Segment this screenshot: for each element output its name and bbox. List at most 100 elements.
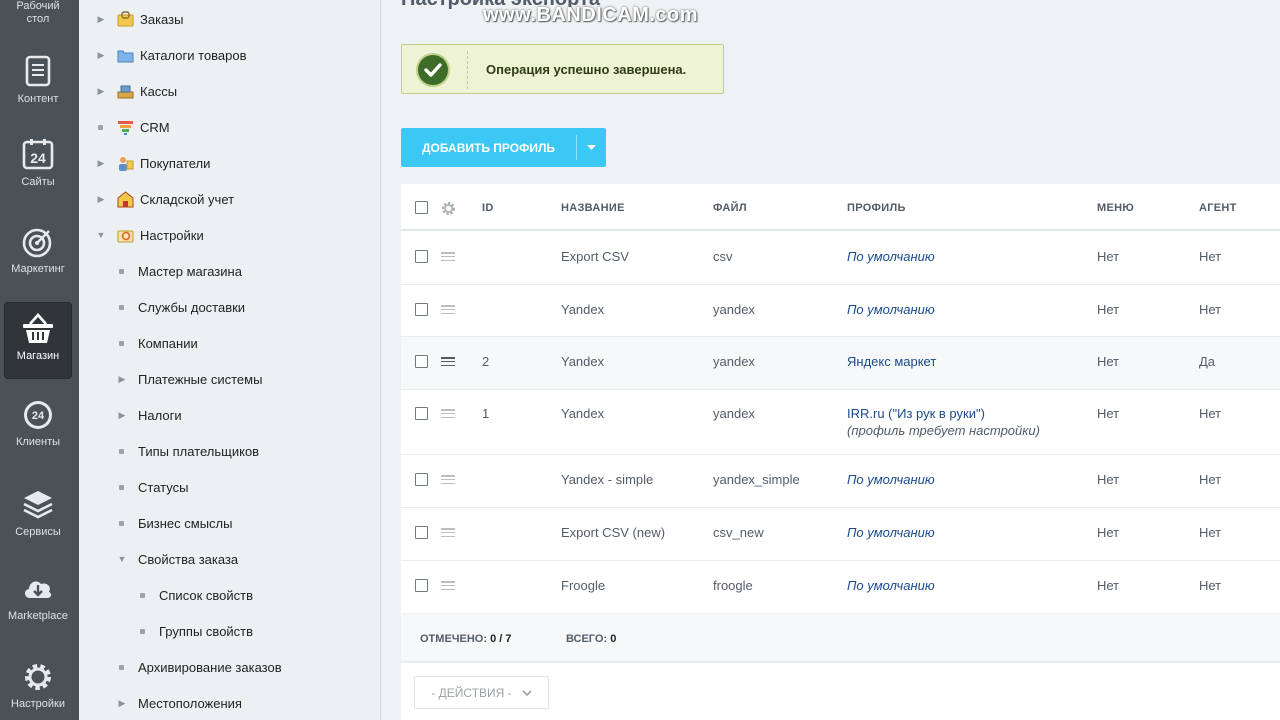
row-menu-icon[interactable] xyxy=(441,252,455,262)
row-checkbox[interactable] xyxy=(415,526,428,539)
chevron-down-icon[interactable]: ▼ xyxy=(96,230,106,240)
table-row[interactable]: Export CSV (new) csv_new По умолчанию Не… xyxy=(401,508,1280,561)
cell-profile[interactable]: По умолчанию xyxy=(847,302,935,317)
tree-item-payer-types[interactable]: Типы плательщиков xyxy=(119,441,259,461)
tree-item-property-list[interactable]: Список свойств xyxy=(140,585,253,605)
tree-item-property-groups[interactable]: Группы свойств xyxy=(140,621,253,641)
grid-footer: ОТМЕЧЕНО: 0 / 7 ВСЕГО: 0 xyxy=(401,614,1280,662)
chevron-down-icon[interactable]: ▼ xyxy=(117,554,127,564)
tree-item-customers[interactable]: ▶ Покупатели xyxy=(96,153,210,173)
chevron-right-icon[interactable]: ▶ xyxy=(96,14,106,24)
tree-item-locations[interactable]: ▶ Местоположения xyxy=(117,693,242,713)
chevron-right-icon[interactable]: ▶ xyxy=(96,86,106,96)
tree-item-order-properties[interactable]: ▼ Свойства заказа xyxy=(117,549,239,569)
chevron-right-icon[interactable]: ▶ xyxy=(117,698,127,708)
cell-profile[interactable]: По умолчанию xyxy=(847,578,935,593)
row-menu-icon[interactable] xyxy=(441,357,455,367)
cell-agent: Да xyxy=(1199,354,1216,369)
header-id[interactable]: ID xyxy=(482,202,494,214)
tree-item-payment-systems[interactable]: ▶ Платежные системы xyxy=(117,369,263,389)
rail-shop[interactable]: Магазин xyxy=(4,302,72,379)
row-menu-icon[interactable] xyxy=(441,528,455,538)
row-menu-icon[interactable] xyxy=(441,581,455,591)
cell-name[interactable]: Yandex xyxy=(561,354,604,369)
cell-name[interactable]: Yandex xyxy=(561,406,604,421)
cell-profile[interactable]: Яндекс маркет xyxy=(847,354,936,369)
tree-item-business-meanings[interactable]: Бизнес смыслы xyxy=(119,513,233,533)
chevron-right-icon[interactable]: ▶ xyxy=(117,410,127,420)
tree-item-warehouse[interactable]: ▶ Складской учет xyxy=(96,189,234,209)
tree-item-orders[interactable]: ▶ Заказы xyxy=(96,9,183,29)
calendar-24-icon: 24 xyxy=(22,139,54,170)
cell-profile[interactable]: По умолчанию xyxy=(847,249,935,264)
tree-item-companies[interactable]: Компании xyxy=(119,333,198,353)
header-menu[interactable]: МЕНЮ xyxy=(1097,202,1134,214)
row-checkbox[interactable] xyxy=(415,303,428,316)
bullet-icon xyxy=(119,484,124,490)
cell-file: yandex_simple xyxy=(713,472,800,487)
header-name[interactable]: НАЗВАНИЕ xyxy=(561,202,625,214)
table-row[interactable]: 2 Yandex yandex Яндекс маркет Нет Да xyxy=(401,337,1280,390)
cell-profile[interactable]: По умолчанию xyxy=(847,472,935,487)
cell-name[interactable]: Yandex - simple xyxy=(561,472,653,487)
cell-profile[interactable]: По умолчанию xyxy=(847,525,935,540)
rail-desktop[interactable]: Рабочий стол xyxy=(4,0,72,26)
header-profile[interactable]: ПРОФИЛЬ xyxy=(847,202,906,214)
header-agent[interactable]: АГЕНТ xyxy=(1199,202,1237,214)
rail-marketing[interactable]: Маркетинг xyxy=(4,225,72,276)
cell-name[interactable]: Froogle xyxy=(561,578,605,593)
chevron-right-icon[interactable]: ▶ xyxy=(96,194,106,204)
cell-name[interactable]: Yandex xyxy=(561,302,604,317)
tree-item-crm[interactable]: CRM xyxy=(96,117,170,137)
table-row[interactable]: Export CSV csv По умолчанию Нет Нет xyxy=(401,231,1280,285)
layers-icon xyxy=(23,491,53,519)
watermark-text: www.BANDICAM.com xyxy=(483,4,699,26)
rail-sites[interactable]: 24 Сайты xyxy=(4,138,72,189)
header-file[interactable]: ФАЙЛ xyxy=(713,202,747,214)
rail-services-label: Сервисы xyxy=(15,526,61,538)
row-menu-icon[interactable] xyxy=(441,305,455,315)
cell-name[interactable]: Export CSV xyxy=(561,249,629,264)
rail-content[interactable]: Контент xyxy=(4,55,72,106)
table-row[interactable]: Froogle froogle По умолчанию Нет Нет xyxy=(401,561,1280,613)
bullet-icon xyxy=(119,520,124,526)
row-menu-icon[interactable] xyxy=(441,475,455,485)
folder-lock-icon xyxy=(117,10,134,26)
chevron-right-icon[interactable]: ▶ xyxy=(117,374,127,384)
tree-item-statuses[interactable]: Статусы xyxy=(119,477,188,497)
row-checkbox[interactable] xyxy=(415,250,428,263)
chevron-right-icon[interactable]: ▶ xyxy=(96,158,106,168)
bullet-icon xyxy=(119,664,124,670)
bullet-icon xyxy=(119,304,124,310)
cell-name[interactable]: Export CSV (new) xyxy=(561,525,665,540)
add-profile-dropdown[interactable] xyxy=(577,144,606,151)
cell-profile[interactable]: IRR.ru ("Из рук в руки") xyxy=(847,406,985,421)
row-checkbox[interactable] xyxy=(415,355,428,368)
total-count-value: 0 xyxy=(610,633,617,645)
tree-item-taxes[interactable]: ▶ Налоги xyxy=(117,405,182,425)
rail-settings[interactable]: Настройки xyxy=(4,660,72,711)
gear-icon[interactable] xyxy=(441,201,456,216)
row-checkbox[interactable] xyxy=(415,473,428,486)
add-profile-button[interactable]: ДОБАВИТЬ ПРОФИЛЬ xyxy=(401,128,606,167)
table-row[interactable]: 1 Yandex yandex IRR.ru ("Из рук в руки")… xyxy=(401,390,1280,455)
basket-icon xyxy=(23,313,53,343)
tree-item-shop-wizard[interactable]: Мастер магазина xyxy=(119,261,242,281)
rail-clients[interactable]: 24 Клиенты xyxy=(4,398,72,449)
chevron-right-icon[interactable]: ▶ xyxy=(96,50,106,60)
select-all-checkbox[interactable] xyxy=(415,201,428,214)
rail-sites-label: Сайты xyxy=(21,176,55,188)
actions-select[interactable]: - ДЕЙСТВИЯ - xyxy=(414,676,549,709)
row-menu-icon[interactable] xyxy=(441,409,455,419)
tree-item-catalogs[interactable]: ▶ Каталоги товаров xyxy=(96,45,247,65)
tree-item-archiving[interactable]: Архивирование заказов xyxy=(119,657,282,677)
rail-marketplace[interactable]: Marketplace xyxy=(4,572,72,623)
table-row[interactable]: Yandex - simple yandex_simple По умолчан… xyxy=(401,455,1280,508)
row-checkbox[interactable] xyxy=(415,407,428,420)
tree-item-cashboxes[interactable]: ▶ Кассы xyxy=(96,81,178,101)
table-row[interactable]: Yandex yandex По умолчанию Нет Нет xyxy=(401,285,1280,337)
rail-services[interactable]: Сервисы xyxy=(4,488,72,539)
tree-item-settings[interactable]: ▼ Настройки xyxy=(96,225,204,245)
row-checkbox[interactable] xyxy=(415,579,428,592)
tree-item-delivery[interactable]: Службы доставки xyxy=(119,297,245,317)
